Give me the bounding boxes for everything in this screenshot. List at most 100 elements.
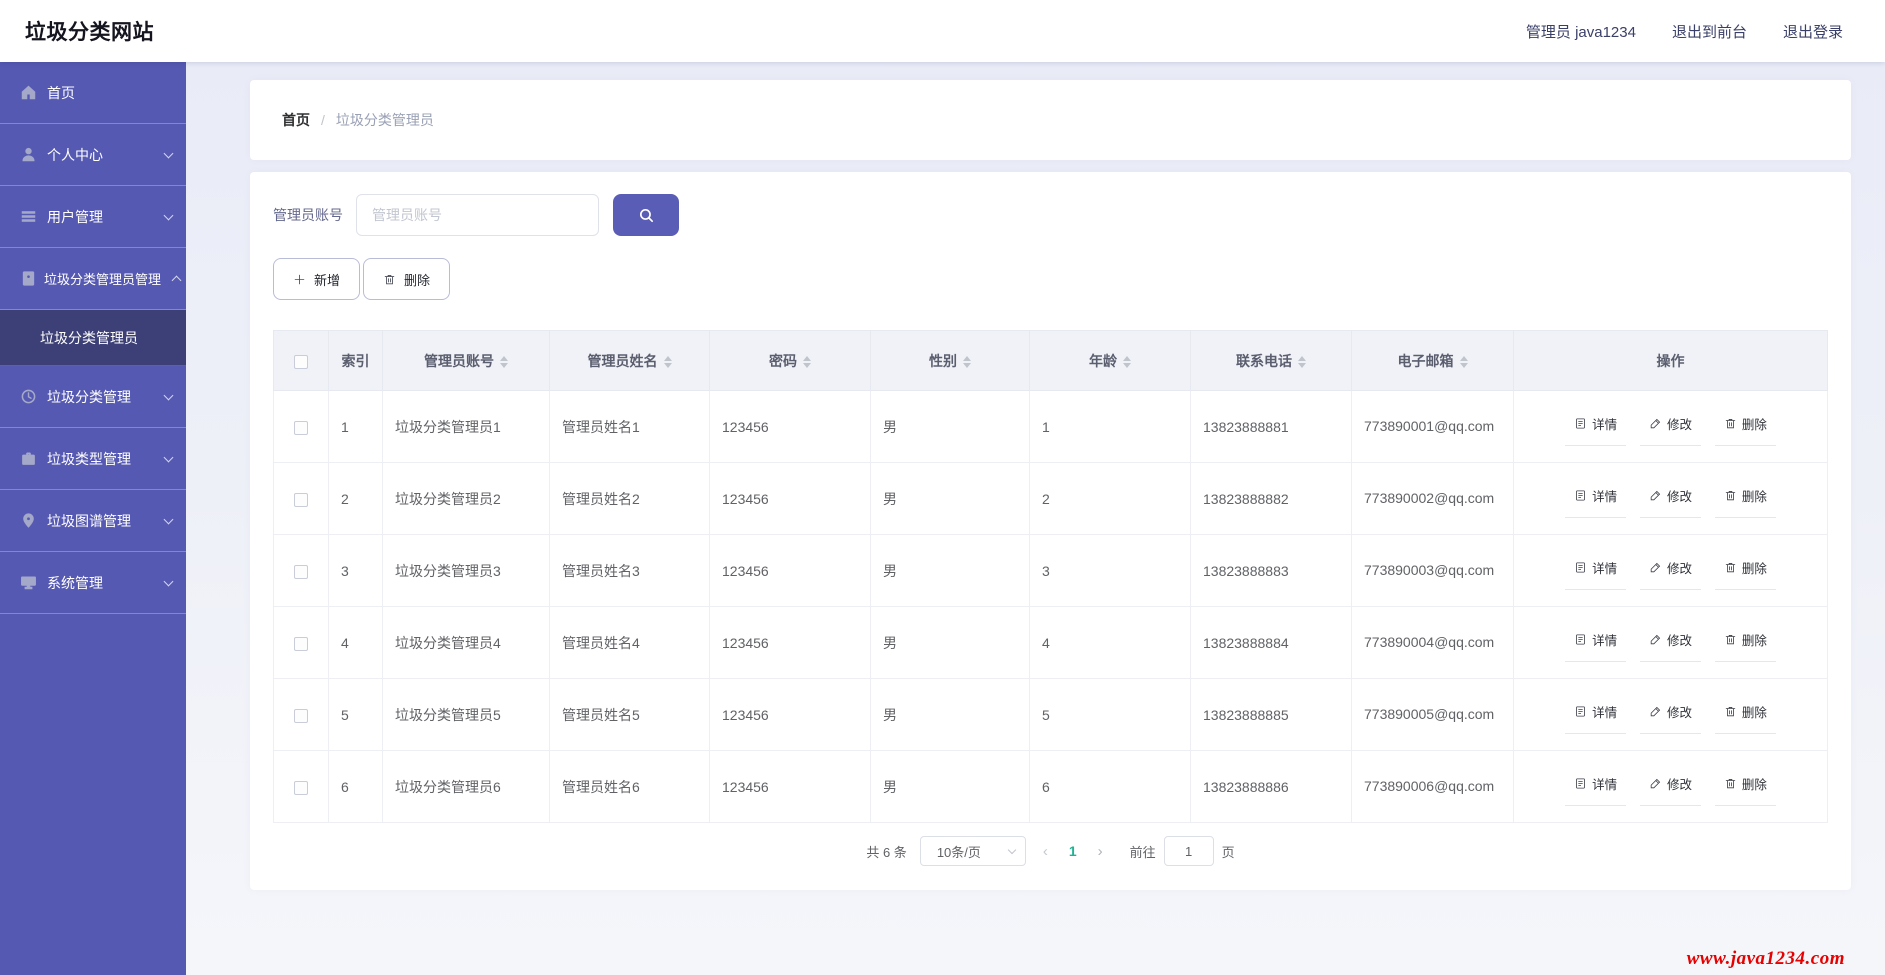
- exit-to-front-link[interactable]: 退出到前台: [1672, 21, 1747, 42]
- column-header-name[interactable]: 管理员姓名: [549, 330, 710, 391]
- main-content: 首页 / 垃圾分类管理员 管理员账号 管理员账号 新增 删除 索引 管理员账号 …: [186, 62, 1885, 975]
- user-icon: [20, 146, 37, 163]
- edit-button[interactable]: 修改: [1639, 480, 1701, 518]
- pen-icon: [1650, 778, 1661, 788]
- row-delete-button[interactable]: 删除: [1714, 480, 1776, 518]
- sort-caret-icon[interactable]: [1298, 355, 1306, 368]
- detail-button[interactable]: 详情: [1565, 696, 1627, 734]
- sidebar-item-type-management[interactable]: 垃圾类型管理: [0, 428, 186, 490]
- column-header-gender[interactable]: 性别: [870, 330, 1030, 391]
- sidebar-item-admin-management[interactable]: 垃圾分类管理员管理: [0, 248, 186, 310]
- column-header-email[interactable]: 电子邮箱: [1351, 330, 1514, 391]
- sort-caret-icon[interactable]: [963, 355, 971, 368]
- document-icon: [1576, 489, 1586, 501]
- column-header-account[interactable]: 管理员账号: [382, 330, 550, 391]
- goto-label: 前往: [1129, 844, 1156, 860]
- next-page-button[interactable]: ›: [1094, 843, 1107, 860]
- search-bar: 管理员账号: [273, 194, 1828, 236]
- cell-age: 2: [1029, 462, 1191, 535]
- detail-button-label: 详情: [1592, 561, 1618, 576]
- trash-icon: [1725, 562, 1736, 572]
- cell-email: 773890004@qq.com: [1351, 606, 1514, 679]
- cell-email: 773890001@qq.com: [1351, 390, 1514, 463]
- row-checkbox[interactable]: [294, 780, 308, 795]
- edit-button[interactable]: 修改: [1639, 552, 1701, 590]
- cell-gender: 男: [870, 750, 1030, 823]
- cell-name: 管理员姓名1: [549, 390, 710, 463]
- detail-button[interactable]: 详情: [1565, 480, 1627, 518]
- page-size-select[interactable]: 10条/页: [919, 836, 1026, 866]
- sidebar-item-label: 垃圾图谱管理: [47, 512, 131, 529]
- row-delete-button[interactable]: 删除: [1714, 408, 1776, 446]
- breadcrumb-separator: /: [321, 112, 325, 128]
- cell-actions: 详情 修改 删除: [1513, 390, 1828, 463]
- cell-phone: 13823888883: [1190, 534, 1352, 607]
- sidebar-item-user-management[interactable]: 用户管理: [0, 186, 186, 248]
- pagination-total: 共 6 条: [866, 844, 907, 860]
- sort-caret-icon[interactable]: [500, 355, 508, 368]
- detail-button[interactable]: 详情: [1565, 408, 1627, 446]
- table-row: 1 垃圾分类管理员1 管理员姓名1 123456 男 1 13823888881…: [273, 390, 1828, 463]
- column-header-age[interactable]: 年龄: [1029, 330, 1191, 391]
- sort-caret-icon[interactable]: [803, 355, 811, 368]
- prev-page-button[interactable]: ‹: [1039, 843, 1052, 860]
- row-delete-button[interactable]: 删除: [1714, 768, 1776, 806]
- search-input[interactable]: [356, 194, 599, 236]
- sidebar-item-home[interactable]: 首页: [0, 62, 186, 124]
- column-header-phone[interactable]: 联系电话: [1190, 330, 1352, 391]
- cell-email: 773890003@qq.com: [1351, 534, 1514, 607]
- sort-caret-icon[interactable]: [1123, 355, 1131, 368]
- row-checkbox[interactable]: [294, 420, 308, 435]
- row-delete-button[interactable]: 删除: [1714, 552, 1776, 590]
- sidebar-item-atlas-management[interactable]: 垃圾图谱管理: [0, 490, 186, 552]
- sort-caret-icon[interactable]: [1459, 355, 1468, 368]
- add-button-label: 新增: [314, 272, 341, 288]
- cell-index: 4: [328, 606, 383, 679]
- edit-button-label: 修改: [1666, 417, 1692, 432]
- breadcrumb-home-link[interactable]: 首页: [282, 110, 310, 130]
- row-checkbox[interactable]: [294, 564, 308, 579]
- cell-gender: 男: [870, 606, 1030, 679]
- goto-page-input[interactable]: [1163, 836, 1214, 866]
- column-header-password[interactable]: 密码: [709, 330, 871, 391]
- trash-icon: [1725, 634, 1736, 644]
- clock-icon: [20, 388, 37, 405]
- pen-icon: [1650, 562, 1661, 572]
- cell-name: 管理员姓名4: [549, 606, 710, 679]
- edit-button[interactable]: 修改: [1639, 624, 1701, 662]
- edit-button-label: 修改: [1666, 489, 1692, 504]
- row-checkbox[interactable]: [294, 492, 308, 507]
- delete-button[interactable]: 删除: [363, 258, 451, 300]
- cell-actions: 详情 修改 删除: [1513, 678, 1828, 751]
- detail-button[interactable]: 详情: [1565, 624, 1627, 662]
- sort-caret-icon[interactable]: [663, 355, 672, 368]
- row-delete-button-label: 删除: [1741, 561, 1767, 576]
- sidebar-subitem-admin-list[interactable]: 垃圾分类管理员: [0, 310, 186, 366]
- sidebar-item-personal-center[interactable]: 个人中心: [0, 124, 186, 186]
- detail-button[interactable]: 详情: [1565, 552, 1627, 590]
- logout-link[interactable]: 退出登录: [1783, 21, 1843, 42]
- cell-email: 773890005@qq.com: [1351, 678, 1514, 751]
- cell-actions: 详情 修改 删除: [1513, 606, 1828, 679]
- search-button[interactable]: [613, 194, 679, 236]
- add-button[interactable]: 新增: [273, 258, 361, 300]
- edit-button[interactable]: 修改: [1639, 696, 1701, 734]
- row-delete-button-label: 删除: [1741, 633, 1767, 648]
- row-delete-button[interactable]: 删除: [1714, 696, 1776, 734]
- row-delete-button[interactable]: 删除: [1714, 624, 1776, 662]
- row-checkbox[interactable]: [294, 636, 308, 651]
- cell-password: 123456: [709, 750, 871, 823]
- admin-user-link[interactable]: 管理员 java1234: [1526, 21, 1636, 42]
- sidebar-item-system-management[interactable]: 系统管理: [0, 552, 186, 614]
- chevron-down-icon: [163, 148, 174, 158]
- sidebar-item-classification-management[interactable]: 垃圾分类管理: [0, 366, 186, 428]
- edit-button[interactable]: 修改: [1639, 768, 1701, 806]
- pagination: 共 6 条 10条/页 ‹ 1 › 前往 页: [273, 836, 1828, 866]
- select-all-checkbox[interactable]: [294, 354, 308, 369]
- row-checkbox[interactable]: [294, 708, 308, 723]
- edit-button[interactable]: 修改: [1639, 408, 1701, 446]
- page-number-current[interactable]: 1: [1065, 843, 1081, 859]
- admin-table: 索引 管理员账号 管理员姓名 密码 性别 年龄 联系电话 电子邮箱 操作 1 垃…: [273, 330, 1828, 823]
- detail-button[interactable]: 详情: [1565, 768, 1627, 806]
- column-header-actions: 操作: [1513, 330, 1828, 391]
